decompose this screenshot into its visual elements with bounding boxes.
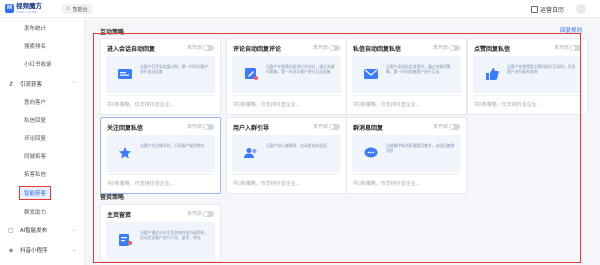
calendar-button[interactable]: 运营日历 <box>530 5 564 14</box>
app-subtitle: MAGIC CUBE <box>16 10 38 14</box>
sidebar-item-label: 同城拓客 <box>24 154 47 160</box>
sidebar-item-label: 发布统计 <box>24 26 47 32</box>
sidebar-item-local-expand[interactable]: 同城拓客 <box>0 150 85 162</box>
calendar-icon <box>530 5 538 13</box>
sidebar-item-label: 群发助力 <box>24 210 47 216</box>
sidebar-item-dm-reply[interactable]: 私信回复 <box>0 114 85 126</box>
chevron-down-icon: ⌄ <box>71 227 76 233</box>
sidebar-item-label: 引流获客 <box>20 82 43 88</box>
home-icon[interactable]: ⌂ <box>66 6 70 12</box>
sidebar-item-smart-acquire[interactable]: 智能获客 <box>0 186 85 200</box>
tab-current-page[interactable]: ⌂ 智能台 <box>62 4 92 14</box>
lead-gen-icon: ⇵ <box>8 81 14 88</box>
sidebar-item-label: 评论回复 <box>24 136 47 142</box>
sidebar-group-lead-gen[interactable]: ⇵ 引流获客 ⌃ <box>0 78 85 90</box>
sidebar-item-label: AI智能发布 <box>20 228 48 234</box>
app-logo[interactable]: M 视频魔方 MAGIC CUBE <box>5 3 42 14</box>
sidebar-item-expand-dm[interactable]: 拓客私信 <box>0 168 85 180</box>
calendar-label: 运营日历 <box>539 7 564 14</box>
sidebar-item-label: 意向客户 <box>24 100 47 106</box>
miniapp-icon: ◈ <box>8 247 14 254</box>
sidebar-group-douyin-miniapp[interactable]: ◈ 抖音小程序 ⌄ <box>0 244 85 256</box>
sidebar-item-label: 智能获客 <box>19 186 52 200</box>
app-name: 视频魔方 <box>16 3 42 10</box>
sidebar-item-intent-customers[interactable]: 意向客户 <box>0 96 85 108</box>
sidebar-item-label: 拓客私信 <box>24 172 47 178</box>
sidebar-group-ai-publish[interactable]: ▢ AI智能发布 ⌄ <box>0 224 85 236</box>
sidebar-item-publish-stats[interactable]: 发布统计 <box>0 22 85 34</box>
sidebar-item-search-rank[interactable]: 搜索排名 <box>0 40 85 52</box>
ai-publish-icon: ▢ <box>8 227 14 234</box>
chevron-up-icon: ⌃ <box>71 81 76 87</box>
chevron-down-icon: ⌄ <box>71 247 76 253</box>
sidebar: 发布统计 搜索排名 小红书收录 ⇵ 引流获客 ⌃ 意向客户 私信回复 评论回复 同城… <box>0 18 85 265</box>
avatar[interactable] <box>576 4 586 14</box>
logo-mark-icon: M <box>5 4 14 13</box>
tab-label: 智能台 <box>72 6 88 13</box>
sidebar-item-comment-reply[interactable]: 评论回复 <box>0 132 85 144</box>
sidebar-item-xhs-index[interactable]: 小红书收录 <box>0 58 85 70</box>
sidebar-item-group-send[interactable]: 群发助力 <box>0 206 85 218</box>
sidebar-item-label: 抖音小程序 <box>20 248 48 254</box>
sidebar-item-label: 小红书收录 <box>24 62 52 68</box>
top-bar: M 视频魔方 MAGIC CUBE ⌂ 智能台 运营日历 <box>0 0 600 18</box>
sidebar-item-label: 搜索排名 <box>24 44 47 50</box>
highlight-annotation-box <box>93 33 581 263</box>
sidebar-item-label: 私信回复 <box>24 118 47 124</box>
